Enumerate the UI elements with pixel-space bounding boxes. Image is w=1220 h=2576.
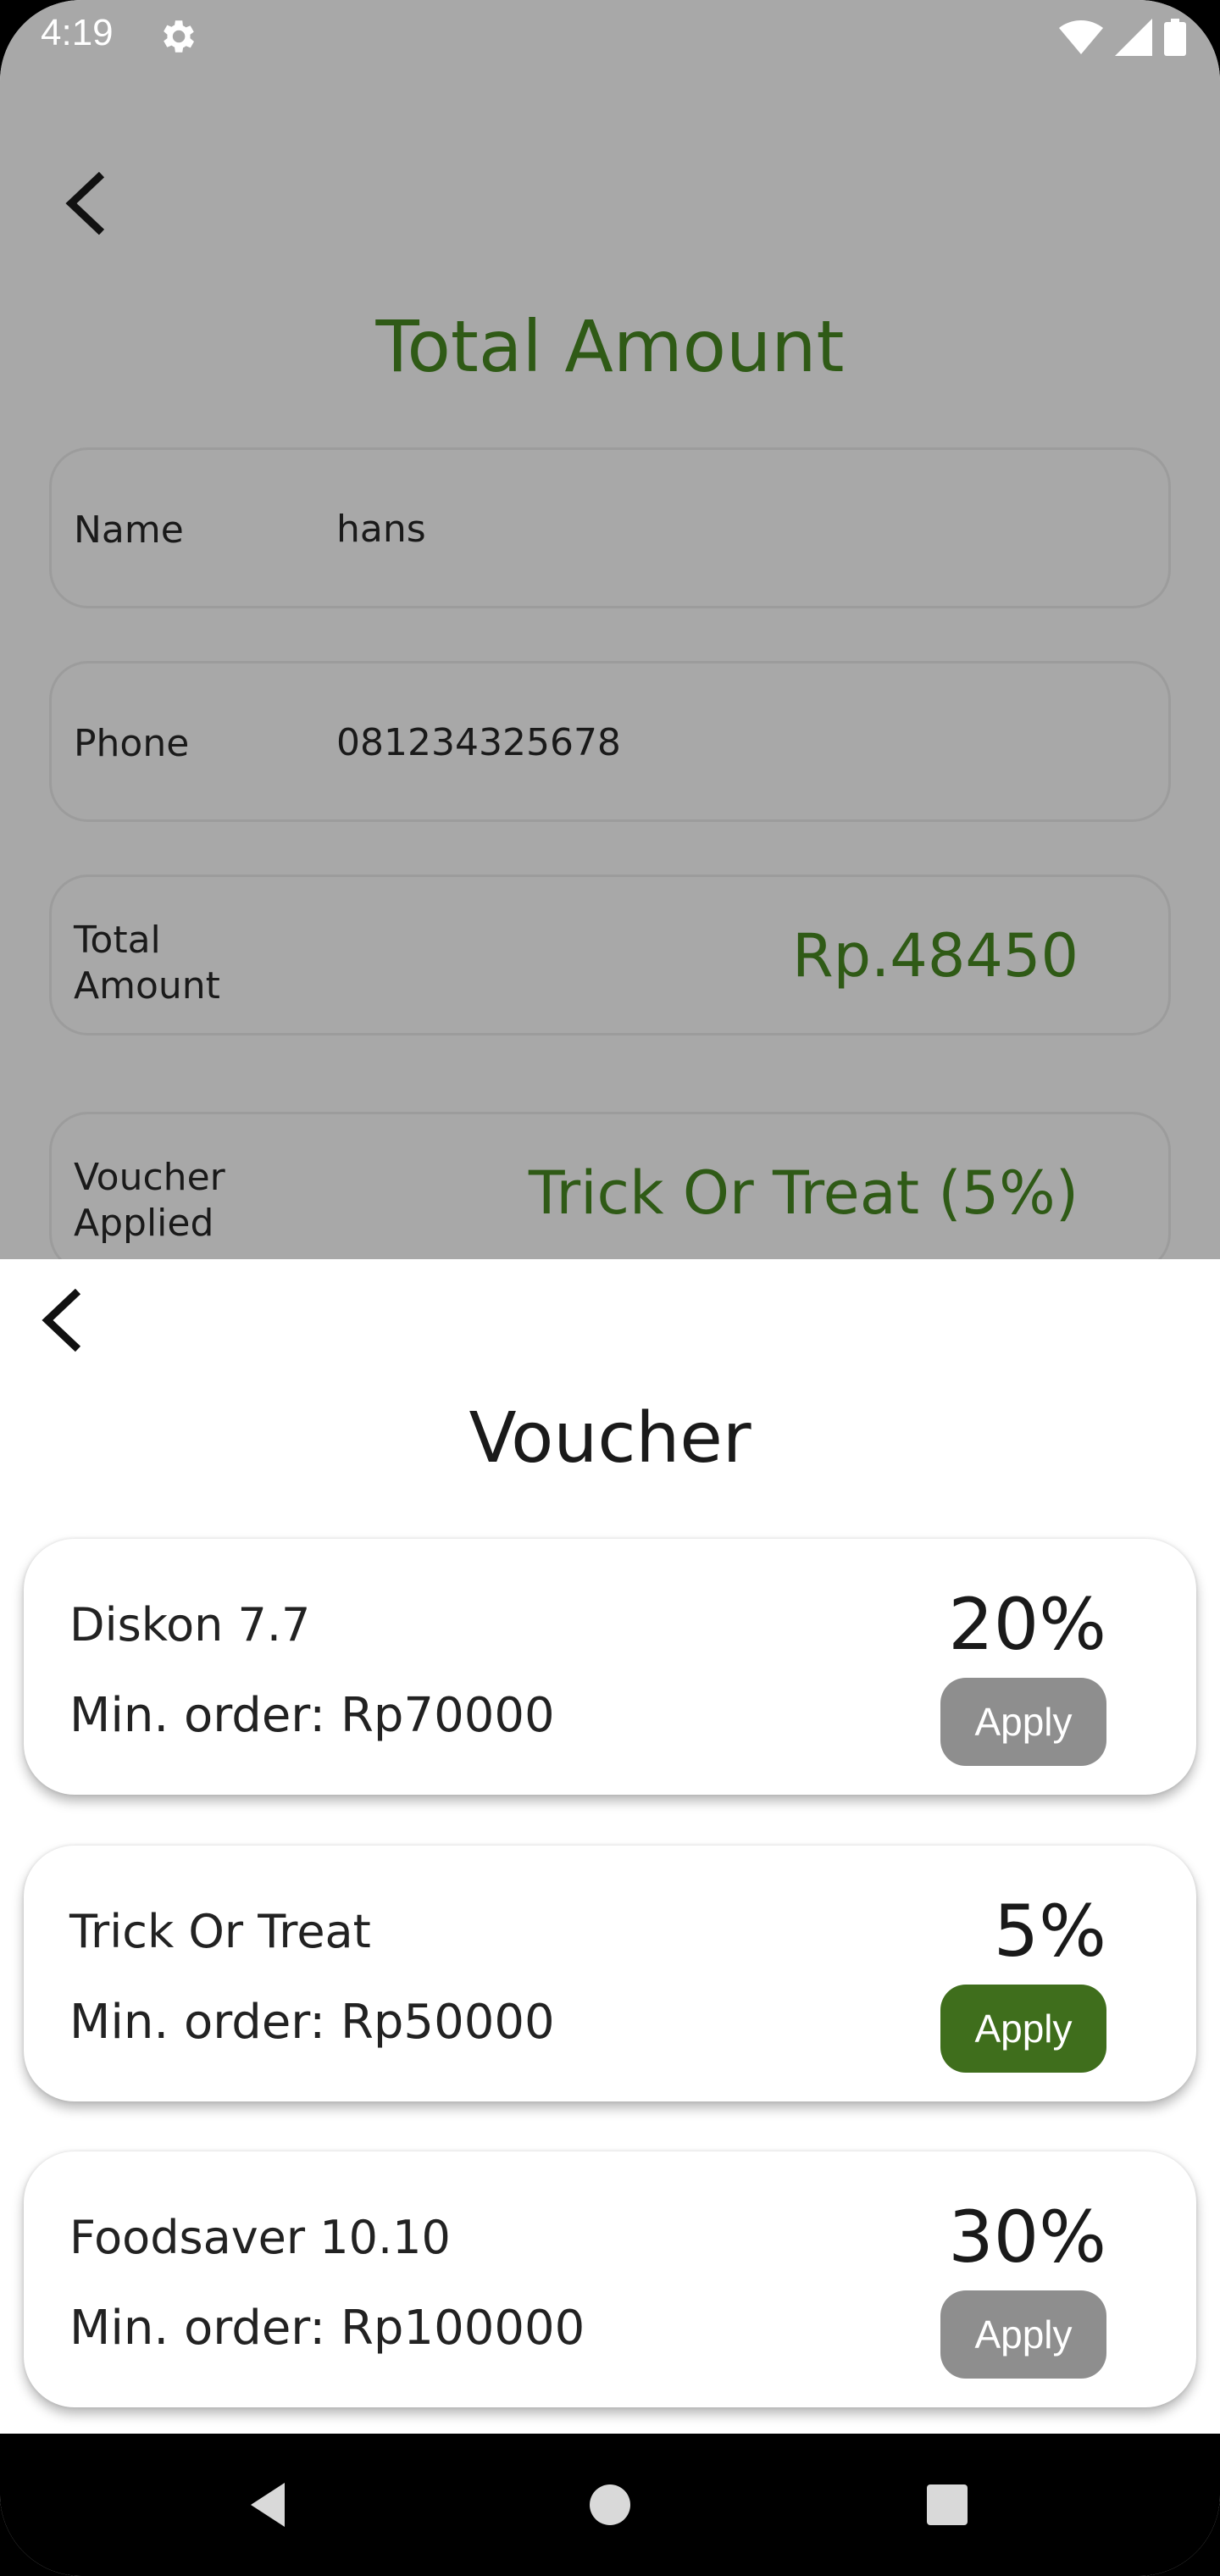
voucher-name: Trick Or Treat — [69, 1905, 371, 1958]
nav-back-icon[interactable] — [244, 2479, 295, 2530]
voucher-card: Foodsaver 10.10 Min. order: Rp100000 30%… — [24, 2151, 1196, 2407]
voucher-percent: 5% — [993, 1890, 1106, 1973]
total-amount-value: Rp.48450 — [791, 921, 1079, 991]
sheet-title: Voucher — [469, 1398, 751, 1479]
back-arrow-icon[interactable] — [37, 1286, 85, 1354]
back-arrow-icon[interactable] — [61, 169, 108, 237]
screen: 4:19 Total Amount Name hans Phone 081234… — [0, 0, 1220, 2576]
apply-button[interactable]: Apply — [940, 2290, 1106, 2379]
apply-button[interactable]: Apply — [940, 1985, 1106, 2073]
nav-recents-icon[interactable] — [922, 2479, 973, 2530]
phone-card: Phone 081234325678 — [49, 661, 1171, 822]
status-icons — [1059, 19, 1186, 56]
voucher-percent: 30% — [948, 2196, 1106, 2279]
name-label: Name — [74, 508, 184, 552]
voucher-min-order: Min. order: Rp100000 — [69, 2301, 585, 2356]
apply-button[interactable]: Apply — [940, 1678, 1106, 1766]
total-amount-card: Total Amount Rp.48450 — [49, 874, 1171, 1035]
total-label-line1: Total — [74, 919, 161, 962]
battery-icon — [1164, 19, 1186, 56]
voucher-min-order: Min. order: Rp50000 — [69, 1995, 555, 2050]
voucher-percent: 20% — [948, 1583, 1106, 1666]
name-card: Name hans — [49, 447, 1171, 608]
voucher-applied-label: Voucher Applied — [74, 1155, 225, 1246]
voucher-name: Diskon 7.7 — [69, 1598, 311, 1652]
voucher-name: Foodsaver 10.10 — [69, 2211, 451, 2264]
nav-home-icon[interactable] — [585, 2479, 635, 2530]
background-page: 4:19 Total Amount Name hans Phone 081234… — [0, 0, 1220, 1273]
status-time: 4:19 — [41, 12, 114, 53]
voucher-card: Trick Or Treat Min. order: Rp50000 5% Ap… — [24, 1846, 1196, 2101]
phone-value: 081234325678 — [336, 721, 621, 764]
page-title: Total Amount — [375, 305, 845, 388]
total-amount-label: Total Amount — [74, 918, 220, 1009]
wifi-icon — [1059, 20, 1103, 54]
status-bar: 4:19 — [0, 0, 1220, 73]
total-label-line2: Amount — [74, 964, 220, 1008]
voucher-min-order: Min. order: Rp70000 — [69, 1688, 555, 1743]
voucher-card: Diskon 7.7 Min. order: Rp70000 20% Apply — [24, 1539, 1196, 1795]
voucher-applied-card: Voucher Applied Trick Or Treat (5%) — [49, 1112, 1171, 1273]
gear-icon — [164, 20, 194, 53]
voucher-label-line2: Applied — [74, 1202, 214, 1245]
voucher-applied-value: Trick Or Treat (5%) — [528, 1158, 1079, 1228]
name-value: hans — [336, 508, 426, 551]
voucher-label-line1: Voucher — [74, 1156, 225, 1199]
signal-icon — [1115, 19, 1152, 56]
navigation-bar — [0, 2434, 1220, 2576]
voucher-sheet: Voucher Diskon 7.7 Min. order: Rp70000 2… — [0, 1259, 1220, 2434]
phone-label: Phone — [74, 722, 190, 765]
